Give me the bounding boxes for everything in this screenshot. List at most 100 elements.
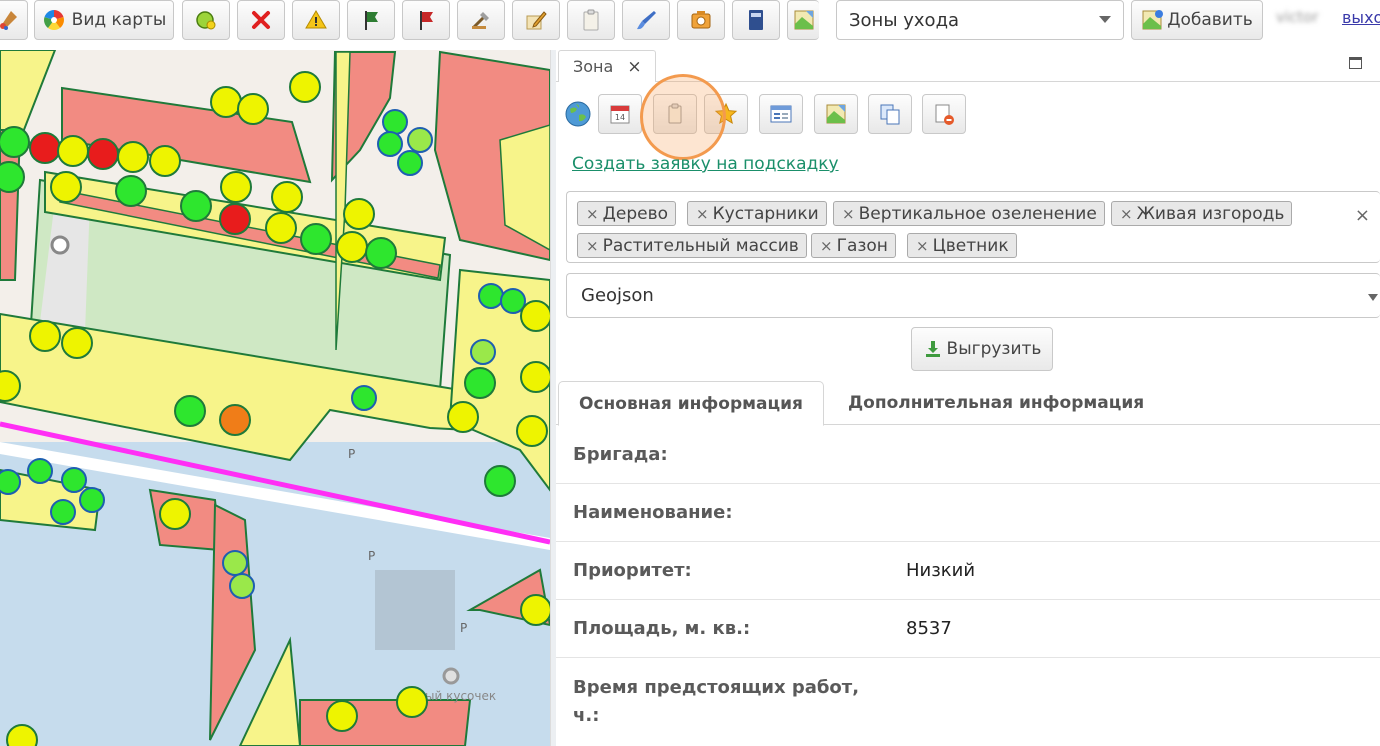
tree-marker[interactable]: [516, 415, 548, 447]
add-circle-button[interactable]: [182, 0, 230, 40]
tree-marker[interactable]: [210, 86, 242, 118]
remove-tag-icon[interactable]: ×: [916, 237, 929, 255]
tree-marker[interactable]: [87, 138, 119, 170]
favorite-button[interactable]: [704, 94, 748, 134]
tree-marker[interactable]: [382, 109, 408, 135]
tree-marker[interactable]: [50, 499, 76, 525]
tree-marker[interactable]: [343, 198, 375, 230]
tree-marker[interactable]: [219, 203, 251, 235]
tag-flowerbed[interactable]: × Цветник: [907, 233, 1017, 258]
tag-vertical-greening[interactable]: × Вертикальное озеленение: [833, 201, 1105, 226]
tree-marker[interactable]: [220, 171, 252, 203]
tree-marker[interactable]: [0, 469, 21, 495]
zone-type-select[interactable]: Зоны ухода: [836, 0, 1124, 40]
tree-marker[interactable]: [0, 126, 30, 158]
tree-marker[interactable]: [396, 686, 428, 718]
remove-tag-icon[interactable]: ×: [820, 237, 833, 255]
tree-marker[interactable]: [57, 135, 89, 167]
tag-shrubs[interactable]: × Кустарники: [687, 201, 827, 226]
tree-marker[interactable]: [149, 145, 181, 177]
tree-marker[interactable]: [229, 573, 255, 599]
tree-marker[interactable]: [470, 339, 496, 365]
tree-marker[interactable]: [326, 700, 358, 732]
tag-tree[interactable]: × Дерево: [577, 201, 676, 226]
calendar-button[interactable]: 14: [598, 94, 642, 134]
tree-marker[interactable]: [336, 231, 368, 263]
tree-marker[interactable]: [29, 320, 61, 352]
cut-tool-button[interactable]: [457, 0, 505, 40]
edit-button[interactable]: [512, 0, 560, 40]
tree-marker[interactable]: [447, 401, 479, 433]
tree-marker[interactable]: [237, 93, 269, 125]
clear-tags-icon[interactable]: ×: [1355, 205, 1370, 226]
globe-icon[interactable]: [564, 100, 592, 128]
clipboard-button[interactable]: [567, 0, 615, 40]
green-flag-button[interactable]: [347, 0, 395, 40]
tag-plant-massif[interactable]: × Растительный массив: [577, 233, 807, 258]
export-button[interactable]: Выгрузить: [911, 327, 1053, 371]
map-canvas[interactable]: P P P ый кусочек: [0, 50, 550, 746]
remove-tag-icon[interactable]: ×: [586, 205, 599, 223]
tree-marker[interactable]: [397, 150, 423, 176]
tree-marker[interactable]: [520, 300, 550, 332]
tree-marker[interactable]: [351, 385, 377, 411]
tab-zone[interactable]: Зона ×: [558, 50, 656, 82]
tree-marker[interactable]: [265, 212, 297, 244]
remove-tag-icon[interactable]: ×: [842, 205, 855, 223]
map-image-button[interactable]: [787, 0, 819, 40]
warning-button[interactable]: [292, 0, 340, 40]
tree-marker[interactable]: [0, 161, 25, 193]
tab-main-info[interactable]: Основная информация: [558, 381, 824, 426]
tree-marker[interactable]: [407, 127, 433, 153]
tree-marker[interactable]: [6, 724, 38, 746]
tree-marker[interactable]: [180, 190, 212, 222]
tree-marker[interactable]: [174, 395, 206, 427]
tree-marker[interactable]: [377, 131, 403, 157]
tree-marker[interactable]: [61, 327, 93, 359]
clipboard-button[interactable]: [653, 94, 697, 134]
tag-hedge[interactable]: × Живая изгородь: [1111, 201, 1293, 226]
form-button[interactable]: [759, 94, 803, 134]
tree-marker[interactable]: [219, 404, 251, 436]
tree-marker[interactable]: [61, 467, 87, 493]
tree-marker[interactable]: [0, 370, 21, 402]
tree-marker[interactable]: [50, 171, 82, 203]
delete-button[interactable]: [237, 0, 285, 40]
tree-marker[interactable]: [365, 237, 397, 269]
tree-marker[interactable]: [500, 288, 526, 314]
tree-marker[interactable]: [117, 141, 149, 173]
tree-marker[interactable]: [464, 367, 496, 399]
export-format-select[interactable]: Geojson: [566, 273, 1380, 318]
tree-marker[interactable]: [271, 181, 303, 213]
tree-marker[interactable]: [478, 283, 504, 309]
tree-marker[interactable]: [115, 175, 147, 207]
tree-marker[interactable]: [27, 458, 53, 484]
red-flag-button[interactable]: [402, 0, 450, 40]
tree-marker[interactable]: [79, 487, 105, 513]
tree-marker[interactable]: [222, 550, 248, 576]
tree-marker[interactable]: [520, 361, 550, 393]
tree-marker[interactable]: [289, 71, 321, 103]
maximize-icon[interactable]: [1349, 57, 1362, 69]
map-view-button[interactable]: Вид карты: [34, 0, 174, 40]
remove-tag-icon[interactable]: ×: [1120, 205, 1133, 223]
tree-marker[interactable]: [159, 498, 191, 530]
logout-link[interactable]: выхо: [1342, 8, 1380, 27]
tag-lawn[interactable]: × Газон: [811, 233, 896, 258]
tab-extra-info[interactable]: Дополнительная информация: [828, 381, 1164, 425]
add-button[interactable]: Добавить: [1131, 0, 1263, 40]
remove-tag-icon[interactable]: ×: [696, 205, 709, 223]
map-view[interactable]: P P P ый кусочек: [0, 50, 550, 746]
remove-tag-icon[interactable]: ×: [586, 237, 599, 255]
delete-document-button[interactable]: [922, 94, 966, 134]
map-image-button[interactable]: [814, 94, 858, 134]
close-icon[interactable]: ×: [627, 57, 641, 77]
create-request-link[interactable]: Создать заявку на подскадку: [572, 154, 839, 174]
copy-button[interactable]: [868, 94, 912, 134]
tree-marker[interactable]: [29, 132, 61, 164]
book-button[interactable]: [732, 0, 780, 40]
paint-button[interactable]: [622, 0, 670, 40]
plant-type-multiselect[interactable]: × Дерево × Кустарники × Вертикальное озелен…: [566, 191, 1380, 263]
tree-marker[interactable]: [484, 465, 516, 497]
tree-marker[interactable]: [300, 223, 332, 255]
